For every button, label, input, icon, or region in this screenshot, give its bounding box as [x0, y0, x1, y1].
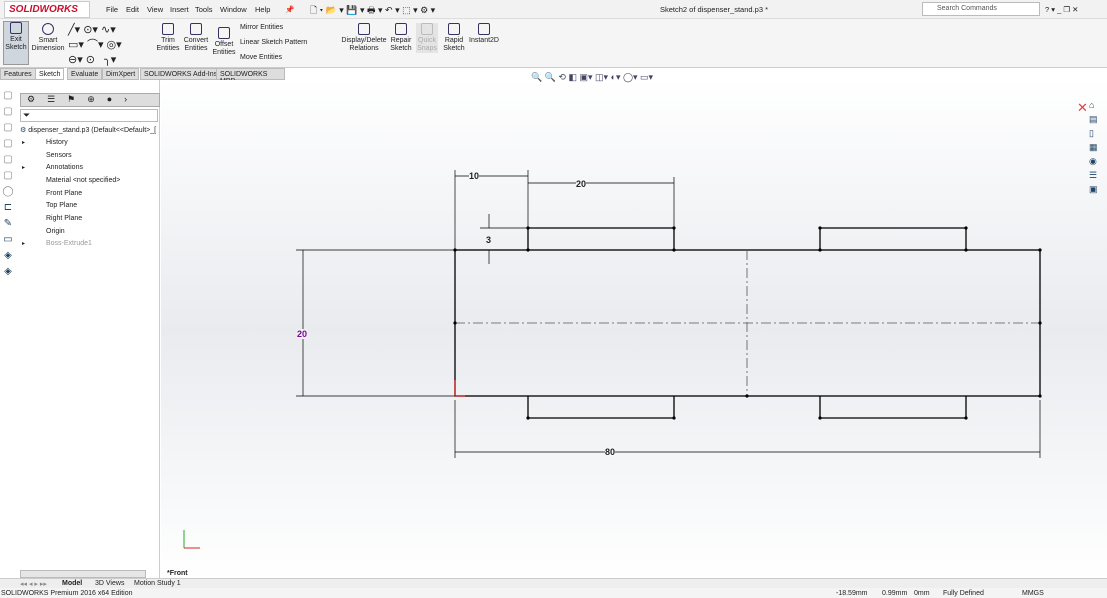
z-coordinate: 0mm	[914, 590, 930, 597]
y-coordinate: 0.99mm	[882, 590, 908, 597]
dimension-10[interactable]: 10	[469, 171, 480, 181]
dimension-20-width[interactable]: 20	[576, 179, 587, 189]
top-tab-right	[819, 227, 967, 250]
origin-icon	[454, 380, 465, 397]
triad-icon	[183, 530, 200, 549]
bottom-tabs: ◂◂ ◂ ▸ ▸▸ Model 3D Views Motion Study 1	[0, 578, 1107, 588]
x-coordinate: -18.59mm	[836, 590, 868, 597]
sketch-canvas	[183, 170, 1042, 549]
dimension-3[interactable]: 3	[486, 235, 491, 245]
dimension-lines	[296, 170, 1041, 458]
sketch-status: Fully Defined	[943, 590, 984, 597]
top-tab-left	[527, 227, 675, 250]
bottom-tab-left	[527, 396, 675, 419]
dimension-20-height[interactable]: 20	[297, 329, 308, 339]
units-selector[interactable]: MMGS	[1022, 590, 1044, 597]
dimension-80[interactable]: 80	[605, 447, 616, 457]
status-bar: SOLIDWORKS Premium 2016 x64 Edition -18.…	[0, 588, 1107, 598]
tab-3d-views[interactable]: 3D Views	[95, 580, 124, 587]
edition-label: SOLIDWORKS Premium 2016 x64 Edition	[1, 590, 133, 597]
tab-motion-study[interactable]: Motion Study 1	[134, 580, 181, 587]
tab-scroll-arrows[interactable]: ◂◂ ◂ ▸ ▸▸	[20, 580, 47, 588]
centerlines	[455, 250, 1040, 396]
bottom-tab-right	[819, 396, 967, 419]
tab-model[interactable]: Model	[62, 580, 82, 587]
